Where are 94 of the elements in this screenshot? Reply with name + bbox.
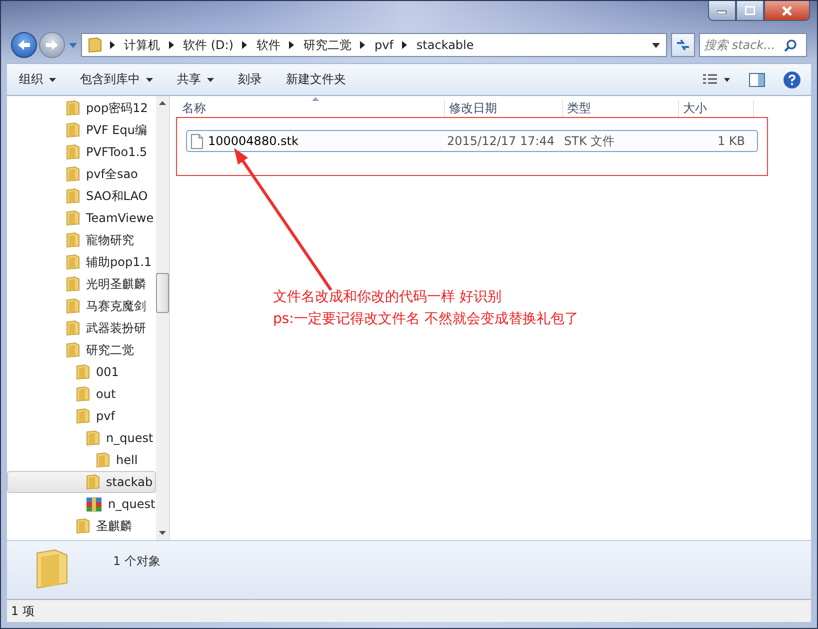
maximize-icon [745,6,755,15]
tree-item[interactable]: TeamViewe [7,207,156,229]
folder-icon [76,408,90,424]
breadcrumb[interactable]: 计算机 [124,36,160,54]
folder-icon [66,166,80,182]
folder-icon [35,549,69,589]
maximize-button[interactable] [736,1,764,21]
archive-icon [86,496,102,512]
tree-item[interactable]: n_quest [7,427,156,449]
folder-icon [66,298,80,314]
dropdown-icon[interactable] [652,42,660,48]
folder-icon [66,320,80,336]
folder-icon [66,122,80,138]
file-row[interactable]: 100004880.stk 2015/12/17 17:44 STK 文件 1 KB [186,130,758,152]
annotation-text: 文件名改成和你改的代码一样 好识别 [273,288,502,307]
tree-item[interactable]: pop密码12 [7,97,156,119]
scroll-down-icon[interactable] [159,531,166,535]
tree-item[interactable]: 马赛克魔剑 [7,295,156,317]
breadcrumb[interactable]: 研究二觉 [303,36,352,54]
status-text: 1 项 [11,602,34,620]
chevron-icon [289,41,294,49]
back-arrow-icon [17,39,31,51]
annotation-text: ps:一定要记得改文件名 不然就会变成替换礼包了 [273,310,578,329]
tree-item[interactable]: PVF Equ编 [7,119,156,141]
folder-icon [66,100,80,116]
tree-item[interactable]: SAO和LAO [7,185,156,207]
tree-item[interactable]: 圣麒麟 [7,515,156,537]
item-count: 1 个对象 [113,553,160,570]
minimize-button[interactable] [708,1,736,21]
folder-icon [96,452,110,468]
toolbar-button[interactable]: 包含到库中 [68,67,165,92]
scroll-up-icon[interactable] [159,101,166,105]
toolbar-button[interactable]: 新建文件夹 [274,67,358,92]
tree-item[interactable]: PVFToo1.5 [7,141,156,163]
folder-icon [86,430,100,446]
folder-icon [66,342,80,358]
column-header[interactable]: 名称 [178,100,445,118]
history-dropdown-icon[interactable] [69,42,77,48]
table-cell: STK 文件 [564,132,615,150]
file-icon [191,134,203,148]
folder-icon [66,144,80,160]
toolbar-button[interactable]: 刻录 [226,67,274,92]
folder-icon [66,232,80,248]
minimize-icon [717,8,727,14]
folder-icon [76,386,90,402]
tree-item[interactable]: pvf [7,405,156,427]
table-cell: 100004880.stk [208,134,298,148]
folder-icon [66,254,80,270]
back-button[interactable] [11,32,37,58]
chevron-icon [110,41,115,49]
tree-item[interactable]: 寵物研究 [7,229,156,251]
forward-arrow-icon [45,39,59,51]
chevron-icon [402,41,408,49]
column-header[interactable]: 大小 [679,100,754,118]
tree-item[interactable]: 研究二觉 [7,339,156,361]
breadcrumb[interactable]: 软件 [256,36,280,54]
folder-icon [88,37,102,53]
scrollbar-thumb[interactable] [156,273,169,313]
column-header[interactable]: 类型 [563,100,679,118]
tree-item[interactable]: pvf全sao [7,163,156,185]
tree-item[interactable]: stackab [7,471,156,493]
chevron-icon [242,41,248,49]
tree-item[interactable]: n_quest [7,493,156,515]
tree-item[interactable]: 辅助pop1.1 [7,251,156,273]
refresh-button[interactable] [671,33,695,57]
breadcrumb[interactable]: pvf [374,38,394,52]
folder-icon [76,518,90,534]
tree-item[interactable]: 武器装扮研 [7,317,156,339]
close-button[interactable] [764,1,810,21]
breadcrumb[interactable]: stackable [416,38,474,52]
preview-pane-button[interactable] [747,70,767,88]
chevron-icon [360,41,366,49]
search-field[interactable]: 搜索 stack... [699,33,807,57]
tree-item[interactable]: 001 [7,361,156,383]
tree-item[interactable]: 光明圣麒麟 [7,273,156,295]
close-icon [781,6,793,16]
help-button[interactable] [781,68,803,90]
toolbar-button[interactable]: 组织 [19,67,68,92]
folder-icon [66,276,80,292]
table-cell: 1 KB [717,134,745,148]
search-icon [784,38,797,52]
table-cell: 2015/12/17 17:44 [447,134,555,148]
chevron-icon [169,41,174,49]
folder-icon [66,210,80,226]
folder-icon [66,188,80,204]
address-bar[interactable]: 计算机 软件 (D:) 软件 研究二觉 pvf stackable [81,33,667,57]
folder-icon [76,364,90,380]
tree-item[interactable]: out [7,383,156,405]
column-header[interactable]: 修改日期 [445,100,563,118]
tree-item[interactable]: hell [7,449,156,471]
toolbar-button[interactable]: 共享 [165,67,226,92]
breadcrumb[interactable]: 软件 (D:) [183,36,234,54]
refresh-icon [675,38,691,52]
folder-icon [86,474,100,490]
